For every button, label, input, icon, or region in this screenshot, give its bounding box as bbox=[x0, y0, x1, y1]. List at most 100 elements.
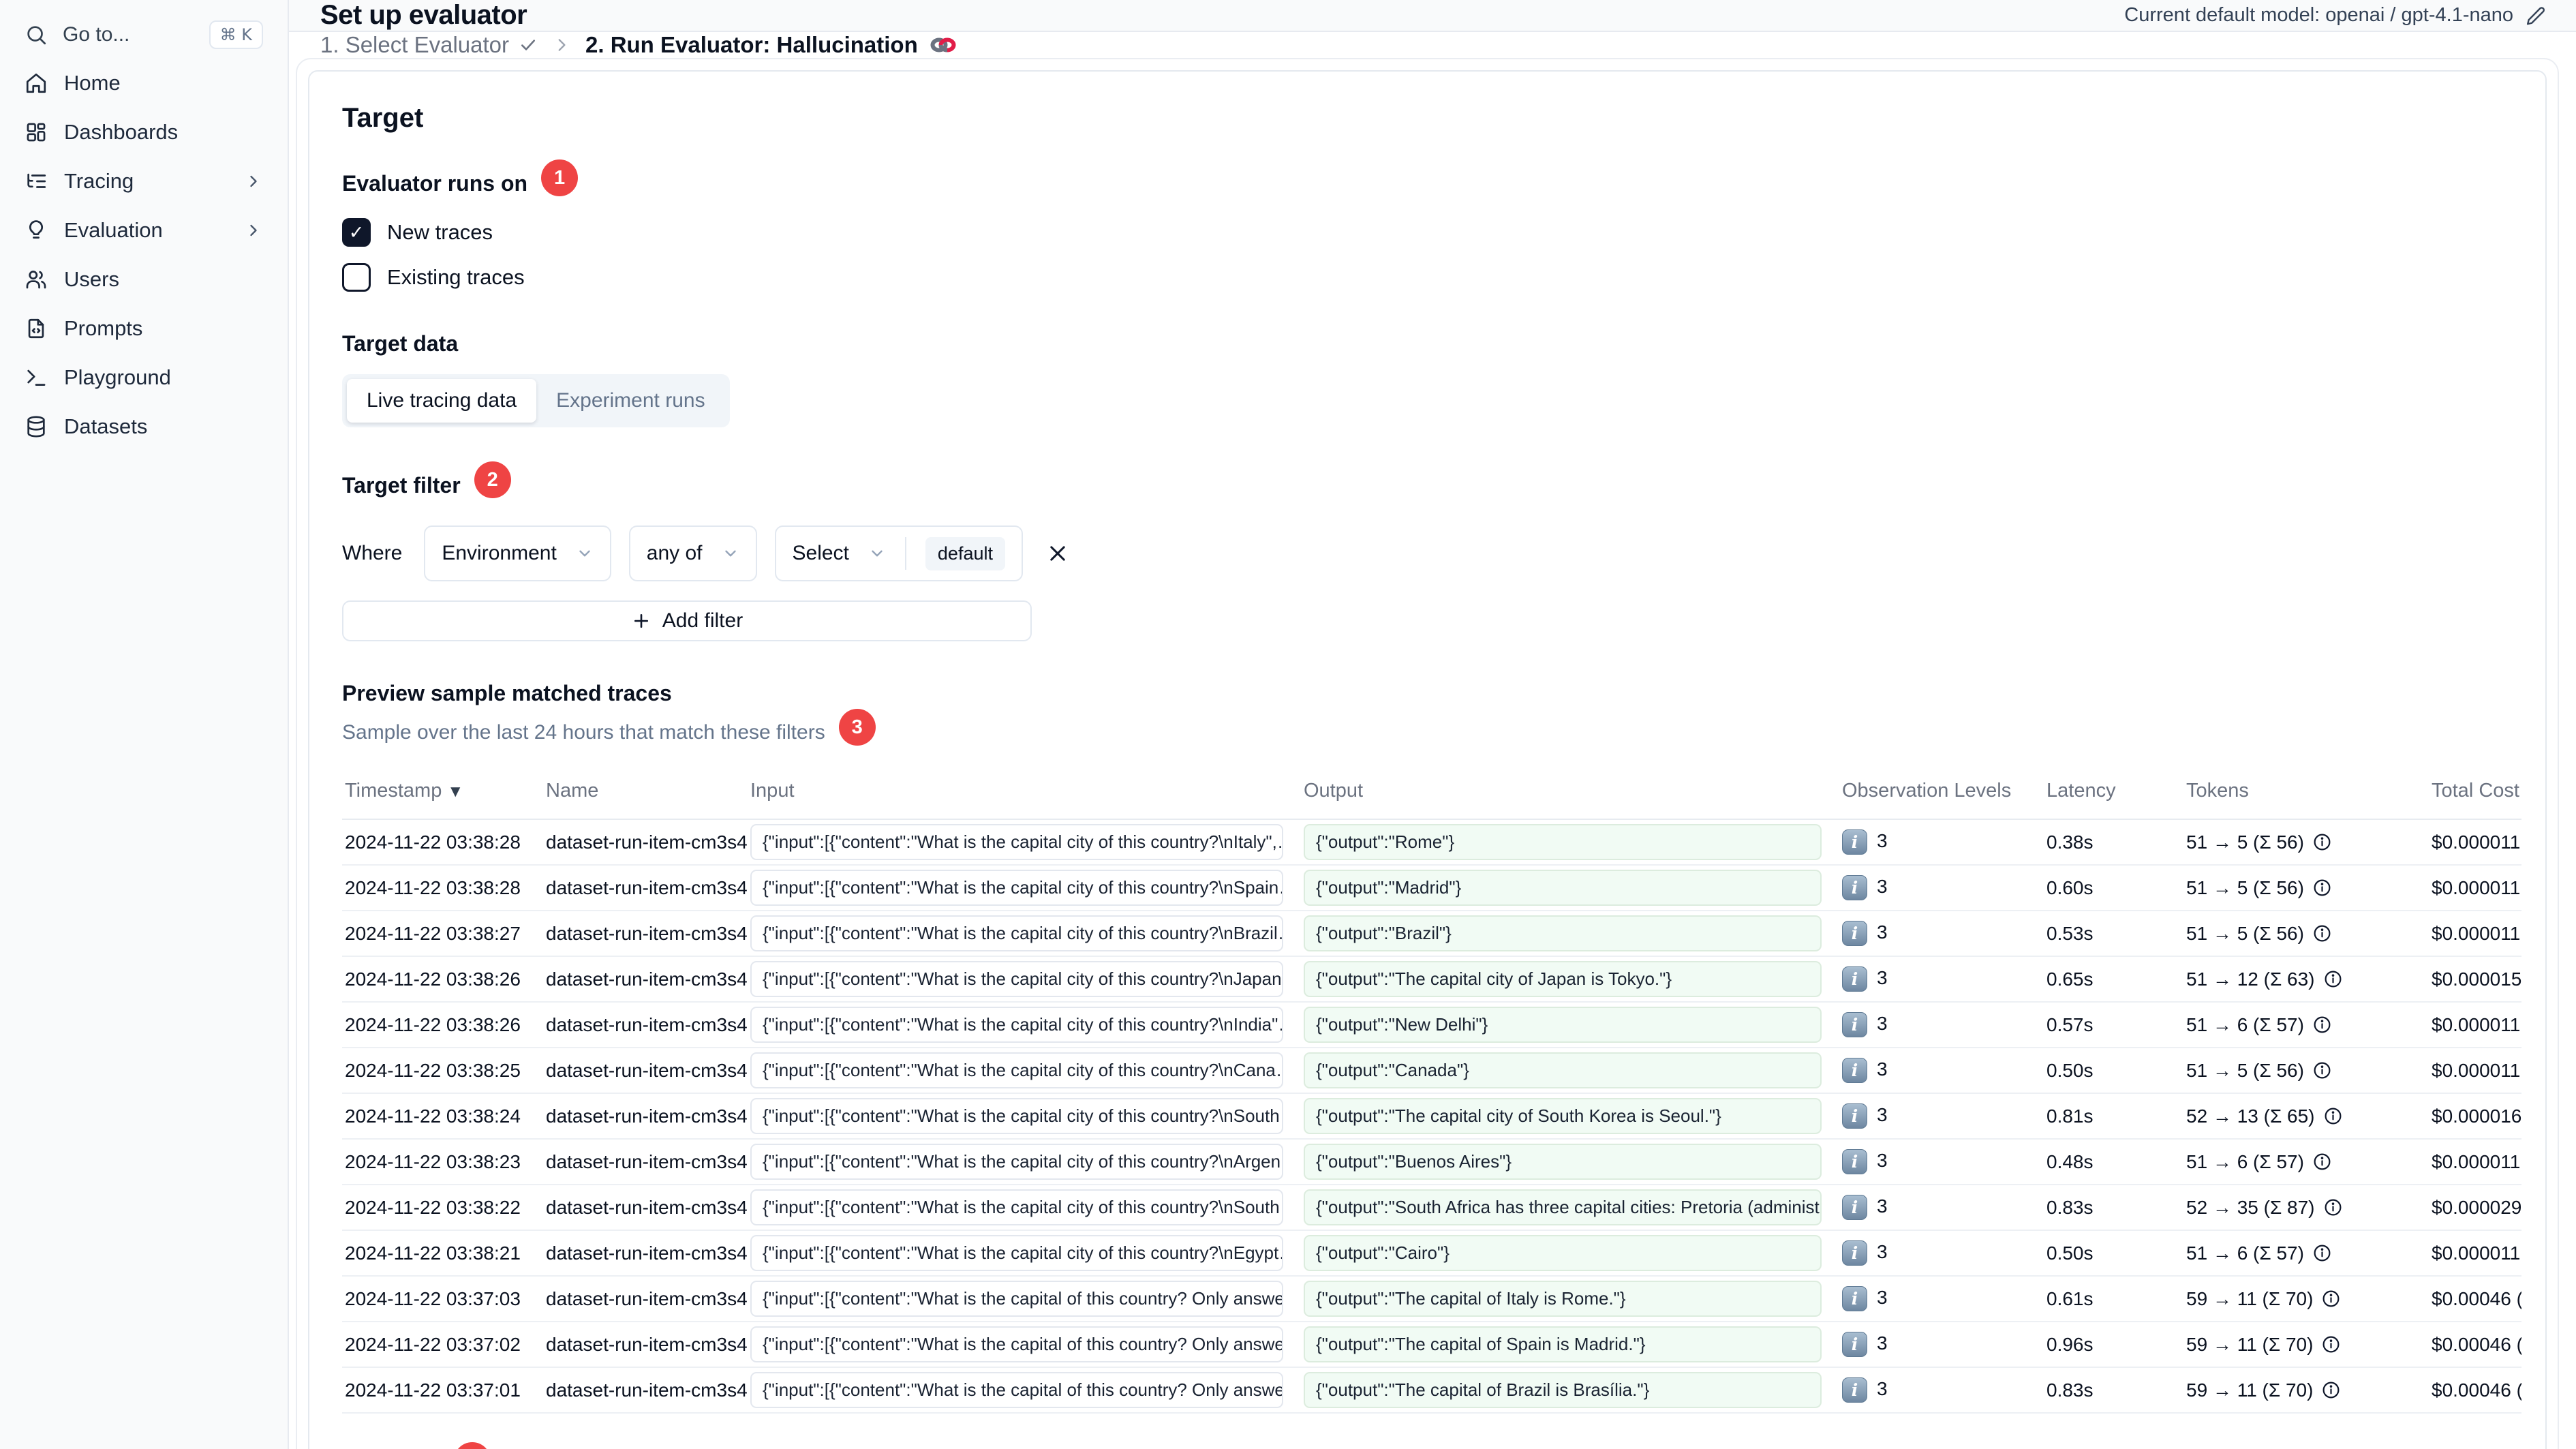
column-header-latency[interactable]: Latency bbox=[2044, 780, 2183, 820]
table-row[interactable]: 2024-11-22 03:38:23 dataset-run-item-cm3… bbox=[342, 1139, 2521, 1185]
cell-tokens: 51 → 5 (Σ 56) bbox=[2183, 819, 2429, 866]
info-circle-icon[interactable] bbox=[2321, 1289, 2341, 1309]
new-traces-checkbox[interactable]: ✓ bbox=[342, 218, 371, 247]
table-row[interactable]: 2024-11-22 03:38:28 dataset-run-item-cm3… bbox=[342, 865, 2521, 911]
cell-input[interactable]: {"input":[{"content":"What is the capita… bbox=[750, 1007, 1283, 1043]
info-circle-icon[interactable] bbox=[2312, 832, 2332, 852]
sidebar-item-datasets[interactable]: Datasets bbox=[14, 402, 274, 451]
table-row[interactable]: 2024-11-22 03:38:25 dataset-run-item-cm3… bbox=[342, 1048, 2521, 1094]
cell-output[interactable]: {"output":"Madrid"} bbox=[1304, 870, 1822, 906]
info-circle-icon[interactable] bbox=[2312, 1243, 2332, 1263]
remove-filter-button[interactable] bbox=[1042, 538, 1073, 569]
cell-output[interactable]: {"output":"The capital of Brazil is Bras… bbox=[1304, 1372, 1822, 1408]
cell-total-cost: $0.000011 ( bbox=[2429, 819, 2521, 866]
table-row[interactable]: 2024-11-22 03:38:24 dataset-run-item-cm3… bbox=[342, 1093, 2521, 1140]
divider bbox=[904, 537, 906, 570]
sidebar-item-playground[interactable]: Playground bbox=[14, 353, 274, 402]
info-circle-icon[interactable] bbox=[2312, 878, 2332, 898]
edit-pencil-icon[interactable] bbox=[2526, 5, 2546, 26]
column-header-tokens[interactable]: Tokens bbox=[2183, 780, 2429, 820]
filter-value-select[interactable]: Select default bbox=[774, 525, 1023, 581]
column-header-input[interactable]: Input bbox=[748, 780, 1301, 820]
table-row[interactable]: 2024-11-22 03:38:26 dataset-run-item-cm3… bbox=[342, 956, 2521, 1003]
cell-output[interactable]: {"output":"South Africa has three capita… bbox=[1304, 1189, 1822, 1225]
tab-live-tracing-data[interactable]: Live tracing data bbox=[347, 379, 537, 423]
info-circle-icon[interactable] bbox=[2312, 1015, 2332, 1035]
column-header-total-cost[interactable]: Total Cost bbox=[2429, 780, 2521, 820]
cell-input[interactable]: {"input":[{"content":"What is the capita… bbox=[750, 961, 1283, 997]
info-badge-icon: i bbox=[1842, 1149, 1867, 1174]
cell-timestamp: 2024-11-22 03:38:28 bbox=[342, 819, 543, 866]
cell-output[interactable]: {"output":"Rome"} bbox=[1304, 824, 1822, 860]
cell-tokens: 52 → 35 (Σ 87) bbox=[2183, 1185, 2429, 1231]
tab-experiment-runs[interactable]: Experiment runs bbox=[536, 379, 724, 423]
cell-output[interactable]: {"output":"Cairo"} bbox=[1304, 1235, 1822, 1271]
sidebar-item-evaluation[interactable]: Evaluation bbox=[14, 206, 274, 255]
info-circle-icon[interactable] bbox=[2321, 1334, 2341, 1354]
breadcrumb-step-2: 2. Run Evaluator: Hallucination bbox=[585, 32, 957, 58]
cell-input[interactable]: {"input":[{"content":"What is the capita… bbox=[750, 1235, 1283, 1271]
cell-output[interactable]: {"output":"The capital of Italy is Rome.… bbox=[1304, 1281, 1822, 1317]
info-circle-icon[interactable] bbox=[2323, 1106, 2343, 1126]
table-row[interactable]: 2024-11-22 03:38:21 dataset-run-item-cm3… bbox=[342, 1230, 2521, 1277]
column-header-name[interactable]: Name bbox=[543, 780, 748, 820]
cell-input[interactable]: {"input":[{"content":"What is the capita… bbox=[750, 1098, 1283, 1134]
sidebar-item-home[interactable]: Home bbox=[14, 59, 274, 108]
existing-traces-checkbox[interactable] bbox=[342, 263, 371, 292]
filter-column-select[interactable]: Environment bbox=[424, 525, 611, 581]
selected-value-chip[interactable]: default bbox=[925, 536, 1005, 570]
table-row[interactable]: 2024-11-22 03:38:26 dataset-run-item-cm3… bbox=[342, 1002, 2521, 1048]
info-circle-icon[interactable] bbox=[2323, 969, 2343, 989]
cell-output[interactable]: {"output":"New Delhi"} bbox=[1304, 1007, 1822, 1043]
table-row[interactable]: 2024-11-22 03:37:01 dataset-run-item-cm3… bbox=[342, 1367, 2521, 1414]
cell-timestamp: 2024-11-22 03:37:01 bbox=[342, 1367, 543, 1414]
cell-input[interactable]: {"input":[{"content":"What is the capita… bbox=[750, 1144, 1283, 1180]
column-header-observation-levels[interactable]: Observation Levels bbox=[1839, 780, 2044, 820]
goto-search-button[interactable]: Go to... ⌘ K bbox=[14, 11, 274, 59]
info-circle-icon[interactable] bbox=[2323, 1198, 2343, 1217]
info-badge-icon: i bbox=[1842, 1195, 1867, 1220]
cell-output[interactable]: {"output":"The capital of Spain is Madri… bbox=[1304, 1326, 1822, 1362]
cell-output[interactable]: {"output":"The capital city of Japan is … bbox=[1304, 961, 1822, 997]
cell-tokens: 51 → 5 (Σ 56) bbox=[2183, 1048, 2429, 1094]
cell-observation-levels: i3 bbox=[1839, 1185, 2044, 1231]
cell-input[interactable]: {"input":[{"content":"What is the capita… bbox=[750, 1052, 1283, 1088]
cell-output[interactable]: {"output":"Canada"} bbox=[1304, 1052, 1822, 1088]
breadcrumb-step-1[interactable]: 1. Select Evaluator bbox=[320, 32, 538, 58]
table-row[interactable]: 2024-11-22 03:38:28 dataset-run-item-cm3… bbox=[342, 819, 2521, 866]
cell-input[interactable]: {"input":[{"content":"What is the capita… bbox=[750, 1281, 1283, 1317]
cell-output[interactable]: {"output":"Buenos Aires"} bbox=[1304, 1144, 1822, 1180]
cell-input[interactable]: {"input":[{"content":"What is the capita… bbox=[750, 870, 1283, 906]
table-row[interactable]: 2024-11-22 03:37:02 dataset-run-item-cm3… bbox=[342, 1322, 2521, 1368]
info-circle-icon[interactable] bbox=[2312, 924, 2332, 943]
cell-output[interactable]: {"output":"Brazil"} bbox=[1304, 915, 1822, 951]
cell-input[interactable]: {"input":[{"content":"What is the capita… bbox=[750, 1326, 1283, 1362]
filter-operator-select[interactable]: any of bbox=[628, 525, 757, 581]
info-circle-icon[interactable] bbox=[2312, 1152, 2332, 1172]
sidebar-item-dashboards[interactable]: Dashboards bbox=[14, 108, 274, 157]
cell-input[interactable]: {"input":[{"content":"What is the capita… bbox=[750, 915, 1283, 951]
column-header-timestamp[interactable]: Timestamp ▼ bbox=[342, 780, 543, 820]
sidebar-item-tracing[interactable]: Tracing bbox=[14, 157, 274, 206]
add-filter-button[interactable]: Add filter bbox=[342, 600, 1032, 641]
sidebar-item-users[interactable]: Users bbox=[14, 255, 274, 304]
cell-total-cost: $0.00046 ( bbox=[2429, 1322, 2521, 1368]
info-circle-icon[interactable] bbox=[2321, 1380, 2341, 1400]
cell-output[interactable]: {"output":"The capital city of South Kor… bbox=[1304, 1098, 1822, 1134]
cell-tokens: 59 → 11 (Σ 70) bbox=[2183, 1322, 2429, 1368]
cell-tokens: 51 → 6 (Σ 57) bbox=[2183, 1002, 2429, 1048]
cell-input[interactable]: {"input":[{"content":"What is the capita… bbox=[750, 1189, 1283, 1225]
table-row[interactable]: 2024-11-22 03:38:22 dataset-run-item-cm3… bbox=[342, 1185, 2521, 1231]
cell-input[interactable]: {"input":[{"content":"What is the capita… bbox=[750, 1372, 1283, 1408]
info-circle-icon[interactable] bbox=[2312, 1061, 2332, 1080]
checkbox-label: Existing traces bbox=[387, 265, 525, 289]
table-row[interactable]: 2024-11-22 03:37:03 dataset-run-item-cm3… bbox=[342, 1276, 2521, 1322]
cell-input[interactable]: {"input":[{"content":"What is the capita… bbox=[750, 824, 1283, 860]
cell-timestamp: 2024-11-22 03:38:26 bbox=[342, 956, 543, 1003]
dashboards-icon bbox=[25, 121, 48, 144]
cell-name: dataset-run-item-cm3s4 bbox=[543, 1276, 748, 1322]
table-row[interactable]: 2024-11-22 03:38:27 dataset-run-item-cm3… bbox=[342, 911, 2521, 957]
cell-tokens: 51 → 6 (Σ 57) bbox=[2183, 1230, 2429, 1277]
column-header-output[interactable]: Output bbox=[1301, 780, 1839, 820]
sidebar-item-prompts[interactable]: Prompts bbox=[14, 304, 274, 353]
